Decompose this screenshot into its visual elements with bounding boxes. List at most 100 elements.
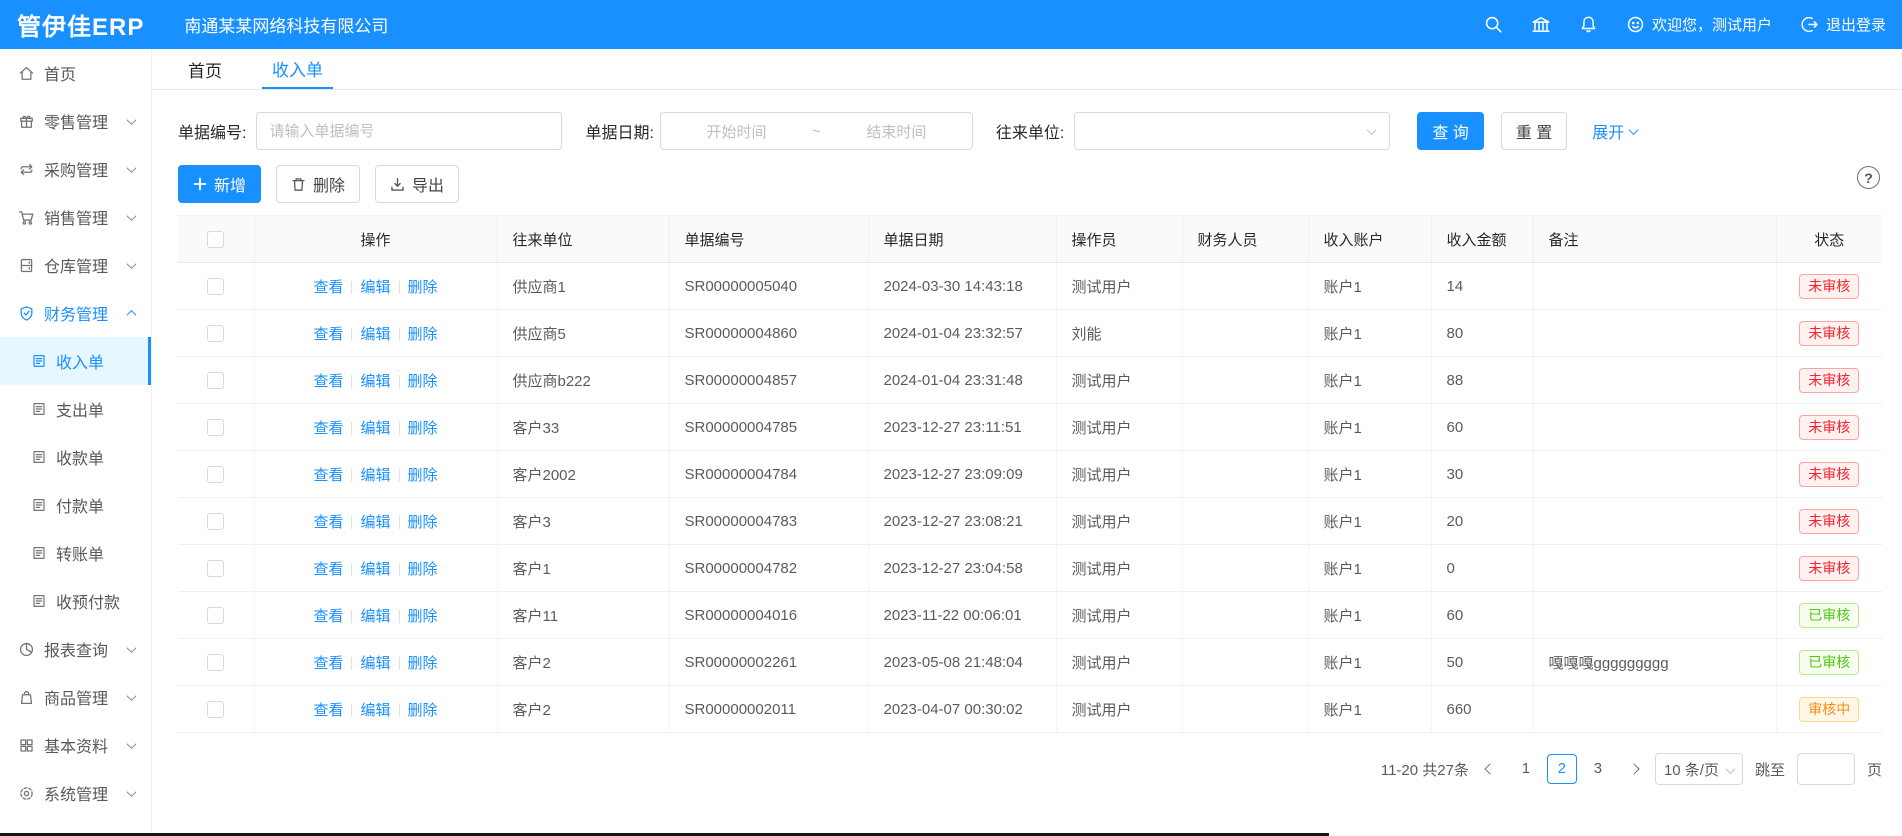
sidebar-item-retail[interactable]: 零售管理 (0, 97, 151, 145)
cell-order-no: SR00000004782 (669, 545, 868, 592)
sidebar-subitem[interactable]: 支出单 (0, 385, 151, 433)
sidebar-item-finance[interactable]: 财务管理 (0, 289, 151, 337)
sidebar-item-purchase[interactable]: 采购管理 (0, 145, 151, 193)
sidebar-item-sales[interactable]: 销售管理 (0, 193, 151, 241)
cell-order-date: 2023-12-27 23:08:21 (868, 498, 1056, 545)
edit-link[interactable]: 编辑 (360, 608, 390, 625)
delete-link[interactable]: 删除 (408, 561, 438, 578)
cell-finance-person (1182, 357, 1308, 404)
delete-link[interactable]: 删除 (408, 326, 438, 343)
add-button[interactable]: 新增 (178, 165, 261, 203)
user-welcome[interactable]: 欢迎您，测试用户 (1626, 14, 1772, 35)
row-checkbox[interactable] (207, 654, 224, 671)
tab-home[interactable]: 首页 (188, 49, 222, 89)
welcome-text: 欢迎您，测试用户 (1652, 14, 1772, 35)
delete-link[interactable]: 删除 (408, 279, 438, 296)
delete-link[interactable]: 删除 (408, 702, 438, 719)
document-icon (31, 545, 47, 561)
page-number-button[interactable]: 3 (1583, 754, 1613, 784)
cell-remark (1533, 451, 1776, 498)
app-logo[interactable]: 管伊佳ERP (17, 7, 144, 42)
select-all-checkbox[interactable] (207, 231, 224, 248)
delete-link[interactable]: 删除 (408, 608, 438, 625)
row-checkbox[interactable] (207, 419, 224, 436)
view-link[interactable]: 查看 (313, 420, 343, 437)
page-number-button[interactable]: 1 (1511, 754, 1541, 784)
edit-link[interactable]: 编辑 (360, 655, 390, 672)
notifications-button[interactable] (1579, 15, 1598, 34)
page-size-select[interactable]: 10 条/页 (1655, 753, 1743, 785)
row-checkbox[interactable] (207, 560, 224, 577)
sidebar-item-label: 采购管理 (44, 157, 108, 181)
partner-select[interactable] (1074, 112, 1390, 150)
delete-link[interactable]: 删除 (408, 467, 438, 484)
export-button[interactable]: 导出 (375, 165, 459, 203)
sidebar-item-basic-data[interactable]: 基本资料 (0, 721, 151, 769)
view-link[interactable]: 查看 (313, 702, 343, 719)
edit-link[interactable]: 编辑 (360, 279, 390, 296)
help-button[interactable]: ? (1857, 166, 1880, 189)
expand-link[interactable]: 展开 (1592, 119, 1637, 143)
cell-partner: 客户2 (497, 639, 669, 686)
user-smile-icon (1626, 15, 1645, 34)
logout-button[interactable]: 退出登录 (1800, 14, 1886, 35)
chevron-down-icon (128, 166, 135, 173)
sidebar-item-warehouse[interactable]: 仓库管理 (0, 241, 151, 289)
row-checkbox[interactable] (207, 372, 224, 389)
sidebar-subitem[interactable]: 收预付款 (0, 577, 151, 625)
view-link[interactable]: 查看 (313, 608, 343, 625)
sidebar-subitem[interactable]: 收入单 (0, 337, 151, 385)
delete-button[interactable]: 删除 (276, 165, 360, 203)
cell-account: 账户1 (1308, 498, 1431, 545)
tab-income[interactable]: 收入单 (262, 49, 333, 89)
row-checkbox[interactable] (207, 325, 224, 342)
sidebar-item-home[interactable]: 首页 (0, 49, 151, 97)
row-checkbox[interactable] (207, 513, 224, 530)
edit-link[interactable]: 编辑 (360, 420, 390, 437)
cell-amount: 80 (1431, 310, 1533, 357)
jump-page-input[interactable] (1797, 753, 1855, 785)
view-link[interactable]: 查看 (313, 514, 343, 531)
cell-account: 账户1 (1308, 263, 1431, 310)
sidebar-subitem[interactable]: 付款单 (0, 481, 151, 529)
row-checkbox[interactable] (207, 466, 224, 483)
row-checkbox[interactable] (207, 607, 224, 624)
prev-page-button[interactable] (1481, 765, 1499, 773)
view-link[interactable]: 查看 (313, 655, 343, 672)
delete-link[interactable]: 删除 (408, 514, 438, 531)
sidebar-subitem[interactable]: 转账单 (0, 529, 151, 577)
edit-link[interactable]: 编辑 (360, 373, 390, 390)
view-link[interactable]: 查看 (313, 326, 343, 343)
cell-order-no: SR00000005040 (669, 263, 868, 310)
view-link[interactable]: 查看 (313, 561, 343, 578)
delete-link[interactable]: 删除 (408, 655, 438, 672)
search-button[interactable]: 查 询 (1417, 112, 1483, 150)
sidebar-subitem[interactable]: 收款单 (0, 433, 151, 481)
cell-order-date: 2024-03-30 14:43:18 (868, 263, 1056, 310)
bank-button[interactable] (1531, 15, 1551, 34)
cell-finance-person (1182, 592, 1308, 639)
page-number-button[interactable]: 2 (1547, 754, 1577, 784)
edit-link[interactable]: 编辑 (360, 702, 390, 719)
delete-link[interactable]: 删除 (408, 420, 438, 437)
edit-link[interactable]: 编辑 (360, 561, 390, 578)
sidebar-item-products[interactable]: 商品管理 (0, 673, 151, 721)
table-row: 查看编辑删除 客户11 SR00000004016 2023-11-22 00:… (178, 592, 1882, 639)
edit-link[interactable]: 编辑 (360, 467, 390, 484)
sidebar-item-system[interactable]: 系统管理 (0, 769, 151, 817)
search-button[interactable] (1484, 15, 1503, 34)
row-checkbox[interactable] (207, 701, 224, 718)
view-link[interactable]: 查看 (313, 279, 343, 296)
edit-link[interactable]: 编辑 (360, 514, 390, 531)
order-no-input[interactable] (256, 112, 562, 150)
date-range-input[interactable]: 开始时间 ~ 结束时间 (660, 112, 973, 150)
row-checkbox[interactable] (207, 278, 224, 295)
delete-link[interactable]: 删除 (408, 373, 438, 390)
view-link[interactable]: 查看 (313, 467, 343, 484)
edit-link[interactable]: 编辑 (360, 326, 390, 343)
sidebar-item-reports[interactable]: 报表查询 (0, 625, 151, 673)
view-link[interactable]: 查看 (313, 373, 343, 390)
reset-button[interactable]: 重 置 (1501, 112, 1567, 150)
cell-order-date: 2023-12-27 23:09:09 (868, 451, 1056, 498)
next-page-button[interactable] (1625, 765, 1643, 773)
